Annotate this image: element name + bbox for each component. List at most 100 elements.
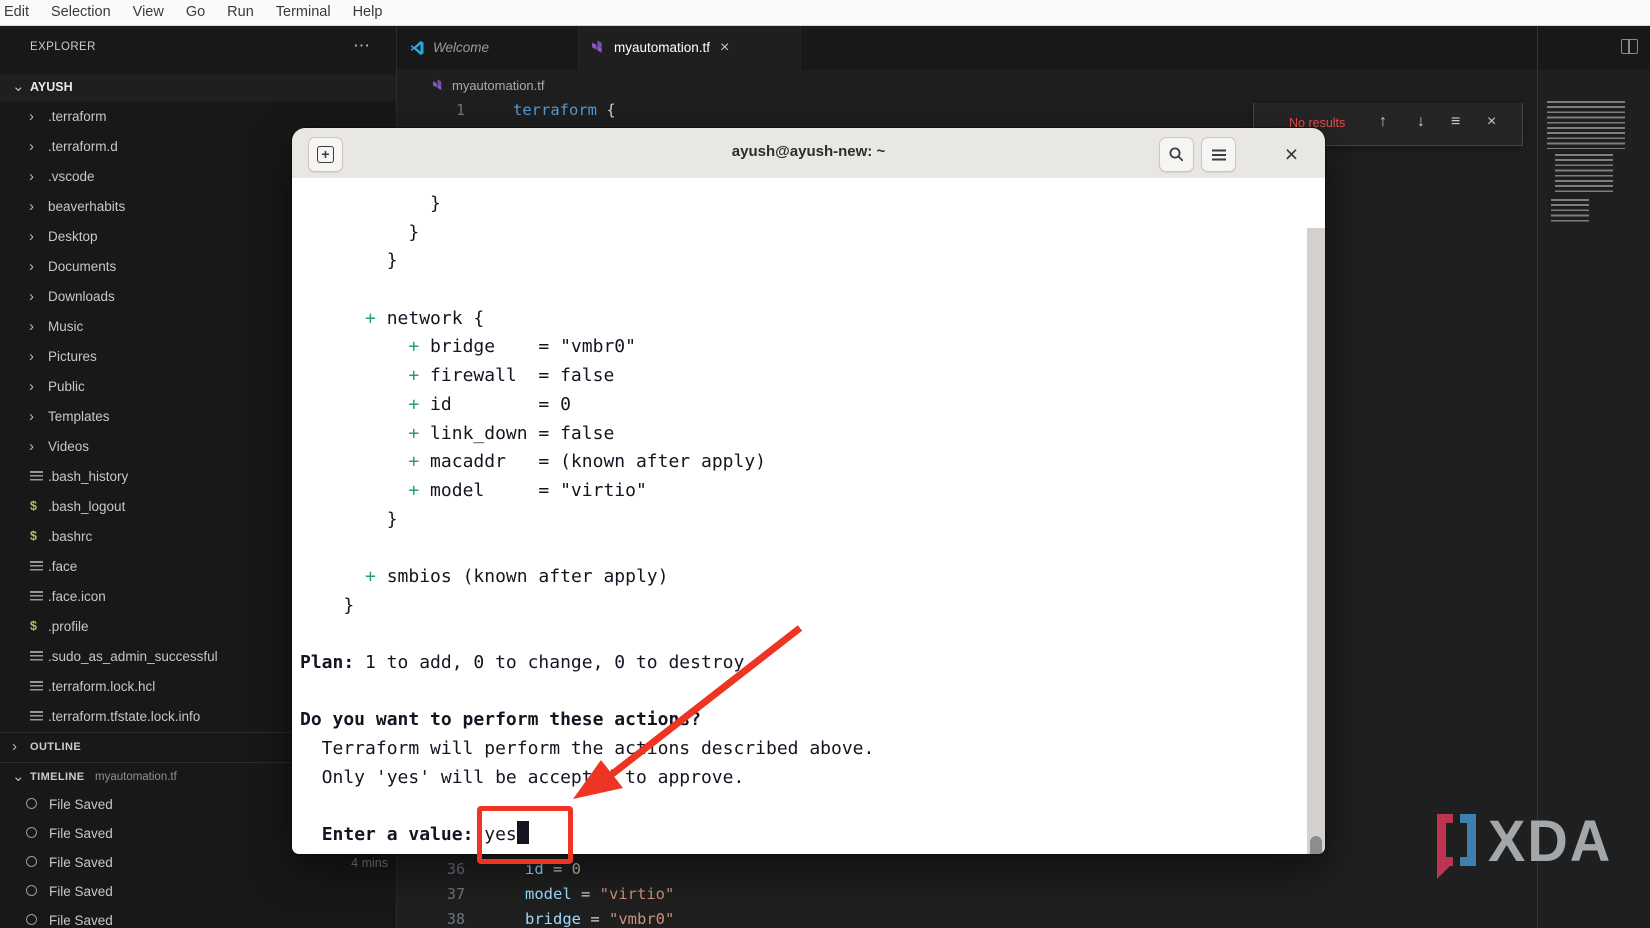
xda-left-bracket — [1437, 814, 1453, 866]
chevron-right-icon: › — [12, 738, 17, 756]
chevron-right-icon: › — [29, 408, 34, 426]
split-editor-icon[interactable] — [1621, 39, 1638, 54]
menu-item-help[interactable]: Help — [342, 0, 394, 25]
timeline-item-label: File Saved — [49, 913, 113, 928]
terminal-line: } — [300, 247, 874, 276]
find-next-icon[interactable]: ↓ — [1417, 113, 1425, 131]
minimap-block — [1547, 101, 1625, 149]
minimap[interactable] — [1547, 101, 1633, 230]
shell-file-icon: $ — [30, 619, 37, 633]
menubar: EditSelectionViewGoRunTerminalHelp — [0, 0, 1650, 26]
terminal-line: } — [300, 506, 874, 535]
timeline-item-label: File Saved — [49, 855, 113, 870]
find-in-selection-icon[interactable]: ≡ — [1451, 113, 1460, 131]
chevron-down-icon: ⌄ — [12, 768, 25, 786]
file-label: .face.icon — [48, 589, 106, 604]
folder-label: Downloads — [48, 289, 115, 304]
chevron-right-icon: › — [29, 108, 34, 126]
close-window-button[interactable]: × — [1275, 137, 1308, 170]
terminal-line: + smbios (known after apply) — [300, 563, 874, 592]
scrollbar-thumb[interactable] — [1310, 836, 1322, 854]
menu-item-view[interactable]: View — [122, 0, 175, 25]
terminal-content[interactable]: } } } + network { + bridge = "vmbr0" + f… — [292, 178, 1325, 854]
folder-label: .terraform — [48, 109, 107, 124]
file-label: .bashrc — [48, 529, 92, 544]
terminal-line: + macaddr = (known after apply) — [300, 448, 874, 477]
panel-border — [1537, 25, 1538, 928]
code-line: bridge = "vmbr0" — [525, 910, 674, 928]
screen: EditSelectionViewGoRunTerminalHelp EXPLO… — [0, 0, 1650, 928]
terminal-line — [300, 620, 874, 649]
chevron-down-icon: ⌄ — [12, 78, 25, 96]
text-file-icon — [30, 561, 43, 572]
folder-label: Music — [48, 319, 83, 334]
shell-file-icon: $ — [30, 529, 37, 543]
terminal-line — [300, 792, 874, 821]
terminal-line: Plan: 1 to add, 0 to change, 0 to destro… — [300, 649, 874, 678]
find-previous-icon[interactable]: ↑ — [1379, 113, 1387, 131]
timeline-item[interactable]: File Saved — [0, 907, 396, 928]
file-label: .bash_history — [48, 469, 128, 484]
explorer-header: EXPLORER ⋯ — [0, 34, 396, 62]
terminal-line — [300, 534, 874, 563]
menu-button[interactable] — [1201, 137, 1236, 172]
annotation-highlight-box — [477, 806, 573, 864]
terminal-line: + bridge = "vmbr0" — [300, 333, 874, 362]
tab-myautomation[interactable]: myautomation.tf × — [579, 25, 801, 70]
file-label: .terraform.lock.hcl — [48, 679, 155, 694]
explorer-title: EXPLORER — [30, 41, 96, 53]
terraform-icon — [432, 79, 445, 92]
terminal-line — [300, 276, 874, 305]
text-file-icon — [30, 591, 43, 602]
menu-item-go[interactable]: Go — [175, 0, 216, 25]
xda-text: XDA — [1488, 814, 1612, 869]
file-label: .bash_logout — [48, 499, 125, 514]
terminal-line: } — [300, 592, 874, 621]
terminal-line: Only 'yes' will be accepted to approve. — [300, 764, 874, 793]
folder-label: Templates — [48, 409, 110, 424]
chevron-right-icon: › — [29, 198, 34, 216]
terminal-titlebar[interactable]: + ayush@ayush-new: ~ × — [292, 128, 1325, 179]
breadcrumb-label: myautomation.tf — [452, 78, 545, 93]
xda-logo: XDA — [1437, 814, 1612, 866]
chevron-right-icon: › — [29, 318, 34, 336]
root-folder-label: AYUSH — [30, 80, 73, 94]
chevron-right-icon: › — [29, 258, 34, 276]
xda-right-bracket — [1460, 814, 1476, 866]
menu-item-selection[interactable]: Selection — [40, 0, 122, 25]
tab-close-icon[interactable]: × — [720, 41, 729, 55]
tab-label: myautomation.tf — [614, 40, 710, 55]
code-line: model = "virtio" — [525, 885, 674, 903]
terminal-scrollbar[interactable] — [1307, 228, 1325, 854]
terminal-line: + model = "virtio" — [300, 477, 874, 506]
file-label: .face — [48, 559, 77, 574]
folder-label: Public — [48, 379, 85, 394]
line-number: 36 — [420, 860, 465, 878]
vscode-icon — [409, 40, 425, 56]
timeline-item-label: File Saved — [49, 884, 113, 899]
folder-label: .vscode — [48, 169, 95, 184]
chevron-right-icon: › — [29, 228, 34, 246]
terraform-icon — [591, 40, 606, 55]
chevron-right-icon: › — [29, 168, 34, 186]
timeline-item-time: 4 mins — [351, 856, 388, 870]
line-number: 37 — [420, 885, 465, 903]
timeline-label: TIMELINE — [30, 771, 85, 783]
sidebar-item-root[interactable]: ⌄ AYUSH — [0, 74, 396, 102]
timeline-file-label: myautomation.tf — [95, 771, 177, 783]
folder-label: .terraform.d — [48, 139, 118, 154]
menu-item-edit[interactable]: Edit — [0, 0, 40, 25]
find-close-icon[interactable]: × — [1487, 113, 1496, 131]
menu-item-run[interactable]: Run — [216, 0, 265, 25]
tab-welcome[interactable]: Welcome — [397, 25, 579, 70]
terminal-line: + id = 0 — [300, 391, 874, 420]
terminal-line: + link_down = false — [300, 420, 874, 449]
timeline-item[interactable]: File Saved — [0, 878, 396, 907]
more-actions-icon[interactable]: ⋯ — [353, 36, 370, 56]
terminal-line: } — [300, 219, 874, 248]
commit-circle-icon — [26, 798, 37, 809]
menu-item-terminal[interactable]: Terminal — [265, 0, 342, 25]
chevron-right-icon: › — [29, 348, 34, 366]
breadcrumb[interactable]: myautomation.tf — [432, 72, 545, 98]
search-button[interactable] — [1159, 137, 1194, 172]
